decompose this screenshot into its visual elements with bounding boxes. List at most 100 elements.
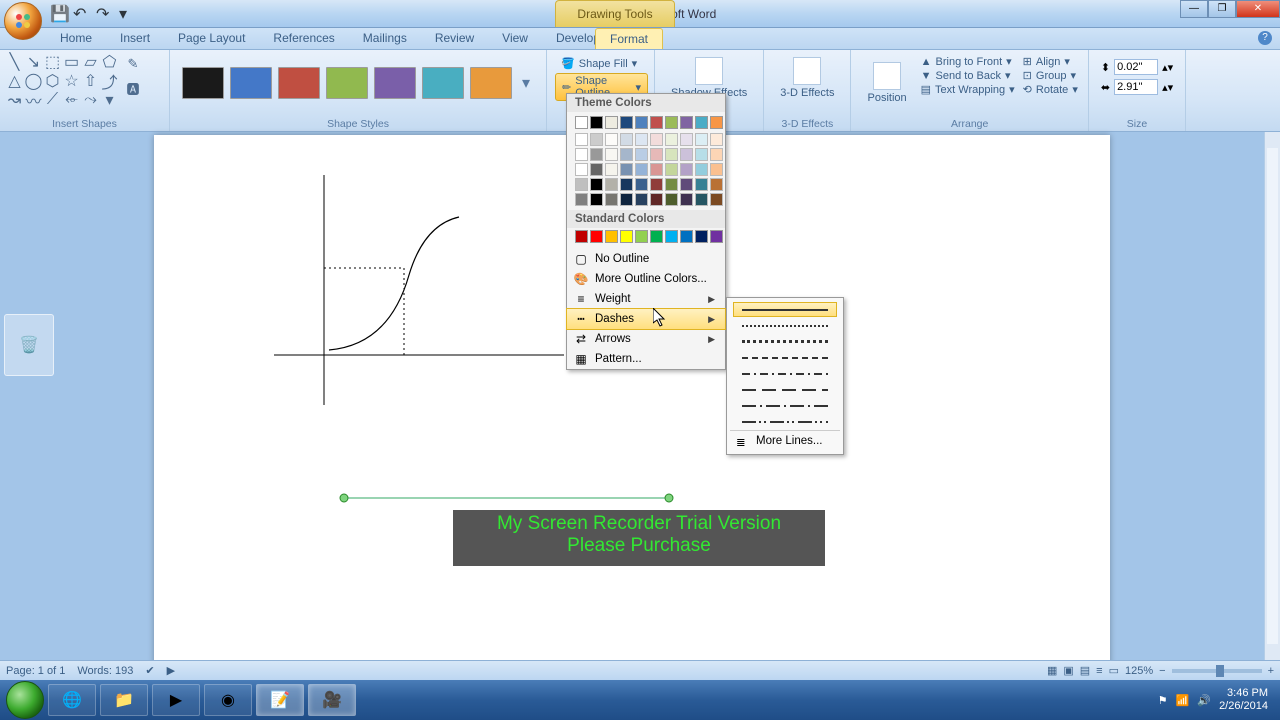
send-to-back-button[interactable]: ▼ Send to Back ▾ (921, 69, 1015, 82)
status-page[interactable]: Page: 1 of 1 (6, 665, 65, 677)
color-swatch[interactable] (695, 148, 708, 161)
more-lines-item[interactable]: ≣ More Lines... (730, 430, 840, 451)
tray-volume-icon[interactable]: 🔊 (1197, 694, 1211, 707)
color-swatch[interactable] (680, 148, 693, 161)
style-swatch[interactable] (422, 67, 464, 99)
color-swatch[interactable] (620, 116, 633, 129)
color-swatch[interactable] (650, 133, 663, 146)
color-swatch[interactable] (605, 148, 618, 161)
color-swatch[interactable] (710, 163, 723, 176)
color-swatch[interactable] (590, 230, 603, 243)
tab-mailings[interactable]: Mailings (349, 28, 421, 49)
text-box-icon[interactable]: 🅰 (122, 77, 144, 99)
taskbar-explorer-icon[interactable]: 📁 (100, 684, 148, 716)
tray-flag-icon[interactable]: ⚑ (1158, 694, 1168, 707)
color-swatch[interactable] (575, 193, 588, 206)
color-swatch[interactable] (695, 230, 708, 243)
color-swatch[interactable] (710, 230, 723, 243)
3d-effects-button[interactable]: 3-D Effects (770, 53, 844, 103)
tab-references[interactable]: References (259, 28, 348, 49)
standard-color-row[interactable] (567, 228, 725, 249)
color-swatch[interactable] (650, 148, 663, 161)
color-swatch[interactable] (680, 116, 693, 129)
color-swatch[interactable] (710, 193, 723, 206)
style-swatch[interactable] (278, 67, 320, 99)
pattern-item[interactable]: ▦ Pattern... (567, 349, 725, 369)
system-tray[interactable]: ⚑ 📶 🔊 3:46 PM 2/26/2014 (1158, 687, 1274, 712)
maximize-button[interactable]: ❐ (1208, 0, 1236, 18)
color-swatch[interactable] (710, 133, 723, 146)
shape-fill-button[interactable]: 🪣Shape Fill ▾ (555, 56, 648, 71)
color-swatch[interactable] (590, 163, 603, 176)
text-wrapping-button[interactable]: ▤ Text Wrapping ▾ (921, 83, 1015, 96)
color-swatch[interactable] (695, 163, 708, 176)
theme-tints-grid[interactable] (567, 133, 725, 210)
color-swatch[interactable] (680, 133, 693, 146)
tab-review[interactable]: Review (421, 28, 488, 49)
color-swatch[interactable] (710, 148, 723, 161)
color-swatch[interactable] (605, 178, 618, 191)
view-outline-icon[interactable]: ≡ (1096, 665, 1102, 677)
color-swatch[interactable] (620, 148, 633, 161)
taskbar-chrome-icon[interactable]: ◉ (204, 684, 252, 716)
close-button[interactable]: ✕ (1236, 0, 1280, 18)
vertical-scrollbar[interactable] (1264, 132, 1280, 660)
dash-dash-dot[interactable] (733, 366, 837, 381)
color-swatch[interactable] (635, 230, 648, 243)
color-swatch[interactable] (695, 116, 708, 129)
tray-network-icon[interactable]: 📶 (1176, 694, 1190, 707)
status-words[interactable]: Words: 193 (77, 665, 133, 677)
color-swatch[interactable] (665, 116, 678, 129)
style-swatch[interactable] (374, 67, 416, 99)
zoom-in-button[interactable]: + (1268, 665, 1274, 677)
style-swatch[interactable] (326, 67, 368, 99)
position-button[interactable]: Position (857, 53, 916, 113)
color-swatch[interactable] (650, 116, 663, 129)
zoom-level[interactable]: 125% (1125, 665, 1153, 677)
zoom-slider[interactable] (1172, 669, 1262, 673)
tab-format[interactable]: Format (595, 28, 663, 49)
color-swatch[interactable] (710, 178, 723, 191)
recycle-bin-icon[interactable]: 🗑️ (4, 314, 54, 376)
dash-solid[interactable] (733, 302, 837, 317)
start-button[interactable] (6, 681, 44, 719)
taskbar-recorder-icon[interactable]: 🎥 (308, 684, 356, 716)
color-swatch[interactable] (620, 230, 633, 243)
arrows-item[interactable]: ⇄ Arrows▶ (567, 329, 725, 349)
dashes-item[interactable]: ┅ Dashes▶ (566, 308, 726, 330)
color-swatch[interactable] (680, 163, 693, 176)
color-swatch[interactable] (650, 163, 663, 176)
edit-shape-icon[interactable]: ✎ (122, 53, 144, 75)
dash-long-dash-dot[interactable] (733, 398, 837, 413)
view-full-screen-icon[interactable]: ▣ (1063, 664, 1073, 677)
color-swatch[interactable] (635, 116, 648, 129)
color-swatch[interactable] (710, 116, 723, 129)
color-swatch[interactable] (680, 178, 693, 191)
color-swatch[interactable] (665, 193, 678, 206)
color-swatch[interactable] (590, 148, 603, 161)
view-print-layout-icon[interactable]: ▦ (1047, 664, 1057, 677)
tab-insert[interactable]: Insert (106, 28, 164, 49)
dash-round-dot[interactable] (733, 318, 837, 333)
shape-height-field[interactable]: ⬍ ▴▾ (1101, 59, 1173, 75)
color-swatch[interactable] (605, 163, 618, 176)
color-swatch[interactable] (650, 193, 663, 206)
tray-clock[interactable]: 3:46 PM 2/26/2014 (1219, 687, 1274, 712)
no-outline-item[interactable]: ▢ No Outline (567, 249, 725, 269)
color-swatch[interactable] (635, 148, 648, 161)
bring-to-front-button[interactable]: ▲ Bring to Front ▾ (921, 55, 1015, 68)
office-button[interactable] (4, 2, 42, 40)
taskbar-word-icon[interactable]: 📝 (256, 684, 304, 716)
color-swatch[interactable] (575, 230, 588, 243)
color-swatch[interactable] (665, 178, 678, 191)
color-swatch[interactable] (590, 193, 603, 206)
align-button[interactable]: ⊞ Align ▾ (1023, 55, 1078, 68)
color-swatch[interactable] (635, 178, 648, 191)
style-swatch[interactable] (470, 67, 512, 99)
color-swatch[interactable] (620, 193, 633, 206)
taskbar-ie-icon[interactable]: 🌐 (48, 684, 96, 716)
spellcheck-icon[interactable]: ✔ (145, 664, 154, 677)
color-swatch[interactable] (605, 230, 618, 243)
color-swatch[interactable] (695, 133, 708, 146)
color-swatch[interactable] (575, 178, 588, 191)
